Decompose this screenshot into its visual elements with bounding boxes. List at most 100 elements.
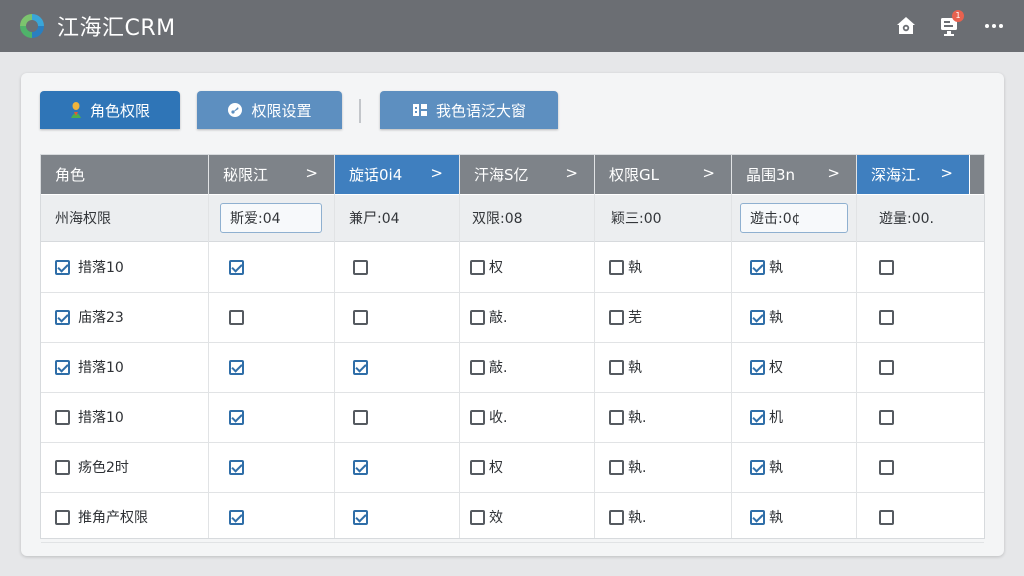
- role-checkbox[interactable]: [55, 509, 70, 525]
- permission-checkbox[interactable]: [750, 259, 765, 275]
- permission-cell: 執: [750, 442, 783, 492]
- permission-checkbox[interactable]: [609, 509, 624, 525]
- permission-cell: 敲.: [470, 292, 507, 342]
- filter-cell-4[interactable]: 颖三:00: [611, 195, 662, 241]
- permission-checkbox[interactable]: [879, 459, 894, 475]
- main-panel: 角色权限 权限设置 我色语泛大窗 角色 秘限江 > 旋话0i4 > 汗海S亿 >…: [21, 73, 1004, 556]
- permission-checkbox[interactable]: [229, 409, 244, 425]
- column-divider: [334, 155, 335, 538]
- permission-checkbox[interactable]: [879, 509, 894, 525]
- role-name: 庙落23: [78, 310, 124, 326]
- column-header-role[interactable]: 角色: [41, 155, 208, 194]
- permission-label: 執.: [628, 460, 647, 476]
- permission-checkbox[interactable]: [609, 459, 624, 475]
- tab-role-permissions[interactable]: 角色权限: [40, 91, 180, 129]
- table-row: 疡色2时 权 執. 執: [41, 442, 984, 493]
- permission-cell: [353, 392, 368, 442]
- role-checkbox[interactable]: [55, 409, 70, 425]
- filter-value: 遊击:0¢: [750, 211, 801, 227]
- permission-checkbox[interactable]: [609, 409, 624, 425]
- filter-cell-2[interactable]: 兼尸:04: [349, 195, 400, 241]
- permission-cell: [879, 442, 894, 492]
- permission-checkbox[interactable]: [879, 409, 894, 425]
- column-header-1[interactable]: 秘限江 >: [209, 155, 334, 194]
- permission-cell: [879, 342, 894, 392]
- filter-input[interactable]: 遊击:0¢: [740, 203, 848, 233]
- permission-label: 效: [489, 510, 503, 526]
- permission-checkbox[interactable]: [470, 359, 485, 375]
- permission-label: 权: [489, 460, 503, 476]
- permission-checkbox[interactable]: [750, 359, 765, 375]
- permission-checkbox[interactable]: [879, 259, 894, 275]
- filter-cell-3[interactable]: 双限:08: [472, 195, 523, 241]
- permission-checkbox[interactable]: [229, 359, 244, 375]
- filter-value: 遊量:00.: [879, 211, 934, 227]
- permission-checkbox[interactable]: [470, 509, 485, 525]
- tab-permission-settings[interactable]: 权限设置: [197, 91, 342, 129]
- column-header-4[interactable]: 权限GL >: [595, 155, 731, 194]
- permission-checkbox[interactable]: [750, 459, 765, 475]
- permission-cell: 敲.: [470, 342, 507, 392]
- role-name: 措落10: [78, 360, 124, 376]
- permission-checkbox[interactable]: [609, 359, 624, 375]
- permission-label: 執.: [628, 410, 647, 426]
- permission-cell: 執: [609, 242, 642, 292]
- chevron-right-icon: >: [430, 164, 443, 182]
- permission-label: 收.: [489, 410, 508, 426]
- app-title: 江海汇CRM: [57, 16, 176, 41]
- more-menu-button[interactable]: [980, 12, 1008, 40]
- column-header-3[interactable]: 汗海S亿 >: [460, 155, 594, 194]
- permission-checkbox[interactable]: [353, 459, 368, 475]
- permission-checkbox[interactable]: [750, 509, 765, 525]
- permission-checkbox[interactable]: [353, 309, 368, 325]
- permission-checkbox[interactable]: [353, 359, 368, 375]
- filter-value: 兼尸:04: [349, 211, 400, 227]
- filter-label: 州海权限: [55, 211, 111, 227]
- permission-grid: 角色 秘限江 > 旋话0i4 > 汗海S亿 > 权限GL > 晶围3n > 深海…: [40, 154, 985, 543]
- permission-checkbox[interactable]: [470, 309, 485, 325]
- permission-label: 執: [769, 510, 783, 526]
- tab-role-grid[interactable]: 我色语泛大窗: [380, 91, 558, 129]
- permission-checkbox[interactable]: [609, 309, 624, 325]
- filter-cell-1[interactable]: 斯爱:04: [220, 195, 322, 241]
- column-divider: [856, 155, 857, 538]
- permission-checkbox[interactable]: [750, 309, 765, 325]
- role-checkbox[interactable]: [55, 459, 70, 475]
- permission-checkbox[interactable]: [470, 259, 485, 275]
- role-checkbox[interactable]: [55, 309, 70, 325]
- role-name-cell: 措落10: [55, 392, 124, 442]
- permission-checkbox[interactable]: [470, 459, 485, 475]
- column-header-6[interactable]: 深海江. >: [857, 155, 969, 194]
- column-header-2[interactable]: 旋话0i4 >: [335, 155, 459, 194]
- permission-cell: [353, 492, 368, 542]
- filter-cell-role: 州海权限: [55, 195, 111, 241]
- permission-checkbox[interactable]: [750, 409, 765, 425]
- permission-checkbox[interactable]: [353, 259, 368, 275]
- role-name-cell: 措落10: [55, 242, 124, 292]
- permission-checkbox[interactable]: [229, 259, 244, 275]
- permission-checkbox[interactable]: [470, 409, 485, 425]
- tab-label: 角色权限: [89, 101, 150, 120]
- permission-checkbox[interactable]: [353, 509, 368, 525]
- filter-cell-5[interactable]: 遊击:0¢: [740, 195, 848, 241]
- permission-checkbox[interactable]: [879, 359, 894, 375]
- chevron-right-icon: >: [827, 164, 840, 182]
- permission-checkbox[interactable]: [229, 459, 244, 475]
- role-checkbox[interactable]: [55, 259, 70, 275]
- permission-checkbox[interactable]: [229, 509, 244, 525]
- home-gear-icon: [897, 17, 915, 34]
- filter-input[interactable]: 斯爱:04: [220, 203, 322, 233]
- home-settings-button[interactable]: [892, 12, 920, 40]
- permission-checkbox[interactable]: [609, 259, 624, 275]
- permission-checkbox[interactable]: [879, 309, 894, 325]
- notifications-button[interactable]: 1: [936, 10, 964, 40]
- column-header-label: 秘限江: [223, 166, 269, 184]
- column-header-5[interactable]: 晶围3n >: [732, 155, 856, 194]
- permission-checkbox[interactable]: [229, 309, 244, 325]
- permission-checkbox[interactable]: [353, 409, 368, 425]
- role-name-cell: 推角产权限: [55, 492, 148, 542]
- role-checkbox[interactable]: [55, 359, 70, 375]
- filter-cell-6[interactable]: 遊量:00.: [879, 195, 934, 241]
- role-name-cell: 庙落23: [55, 292, 124, 342]
- permission-cell: [229, 392, 244, 442]
